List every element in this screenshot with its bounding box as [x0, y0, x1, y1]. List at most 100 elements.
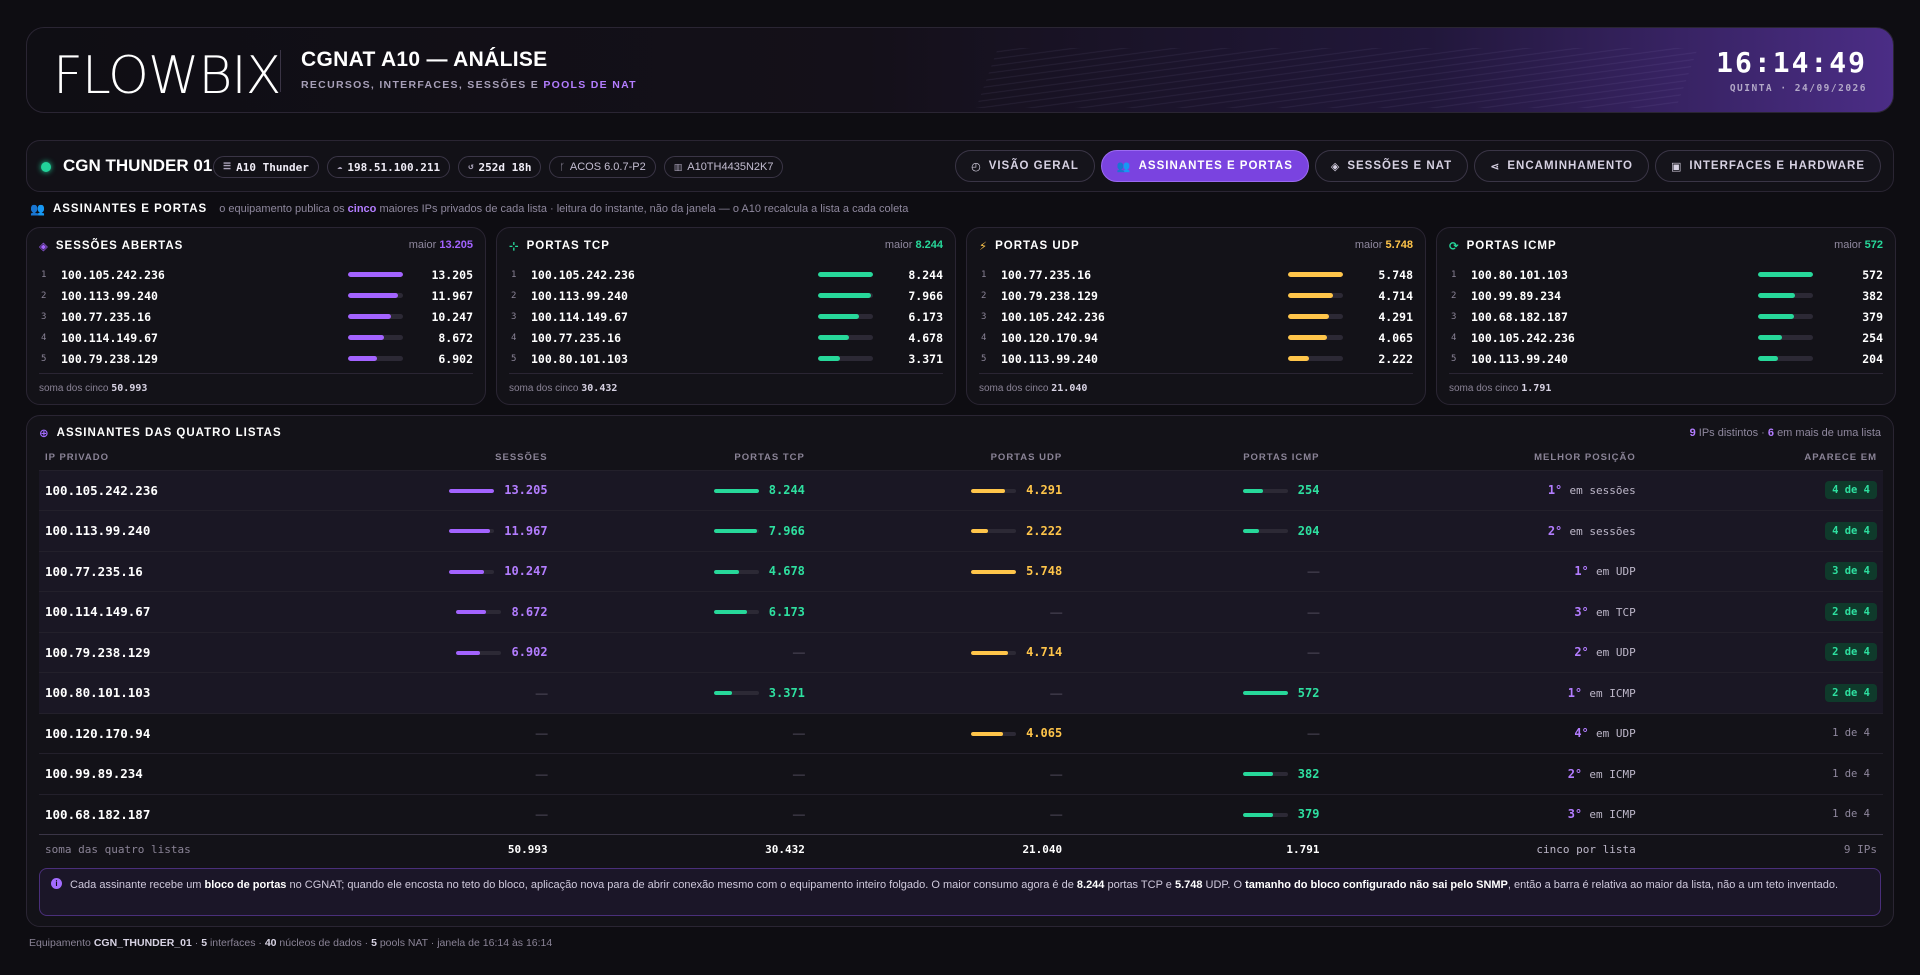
value-bar — [713, 488, 759, 493]
list-item: 2 100.79.238.129 4.714 — [981, 285, 1413, 306]
subscribers-table: IP PRIVADO SESSÕES PORTAS TCP PORTAS UDP… — [39, 446, 1883, 865]
value-bar — [348, 314, 403, 319]
table-row[interactable]: 100.79.238.129 6.902—4.714—2° em UDP 2 de … — [39, 631, 1883, 673]
value: 8.244 — [908, 267, 943, 282]
value-bar-fill — [449, 569, 485, 574]
ip-address: 100.105.242.236 — [61, 267, 165, 282]
cell-udp: 5.748 — [810, 550, 1069, 592]
table-row[interactable]: 100.120.170.94— —4.065—4° em UDP 1 de 4 — [39, 712, 1883, 754]
cell-sess-empty: — — [296, 672, 554, 713]
value: 254 — [1862, 330, 1883, 345]
value-bar — [456, 610, 502, 615]
cell-tcp-empty: — — [553, 753, 811, 794]
tab-visao-geral[interactable]: ◴ VISÃO GERAL — [955, 150, 1095, 182]
value: 2.222 — [1378, 351, 1413, 366]
cell-udp-empty: — — [810, 753, 1069, 794]
cell-icmp: 204 — [1068, 510, 1326, 551]
card-title: ◈ SESSÕES ABERTAS — [39, 240, 184, 253]
table-row[interactable]: 100.80.101.103—3.371—572 1° em ICMP 2 de 4 — [39, 672, 1883, 713]
value-bar — [713, 610, 759, 615]
value-bar — [818, 314, 873, 319]
cell-sess: 8.672 — [296, 591, 554, 632]
table-header-row: IP PRIVADO SESSÕES PORTAS TCP PORTAS UDP… — [39, 446, 1883, 470]
rank: 5 — [1451, 353, 1457, 364]
col-ip: IP PRIVADO — [45, 452, 110, 464]
appears-badge: 4 de 4 — [1825, 481, 1877, 500]
col-udp: PORTAS UDP — [990, 452, 1063, 464]
card-sum: soma dos cinco 30.432 — [509, 373, 943, 394]
top-list-card: ◈ SESSÕES ABERTAS maior 13.205 1 100.105.… — [26, 227, 486, 405]
table-row[interactable]: 100.99.89.234— — —382 2° em ICMP 1 de 4 — [39, 753, 1883, 794]
value-bar-fill — [1242, 772, 1273, 777]
list-item: 3 100.68.182.187 379 — [1451, 306, 1883, 327]
table-row[interactable]: 100.105.242.236 13.205 8.244 4.291 254 1° em … — [39, 469, 1883, 511]
chip-ip: ☁ 198.51.100.211 — [326, 156, 451, 178]
nav-tabs: ◴ VISÃO GERAL 👥 ASSINANTES E PORTAS ◈ SESSÕ… — [955, 150, 1881, 182]
ip-address: 100.80.101.103 — [39, 672, 297, 713]
card-max: maior 5.748 — [1354, 239, 1413, 251]
table-footer-row: soma das quatro listas 50.993 30.432 21.… — [39, 834, 1883, 865]
ip-address: 100.105.242.236 — [531, 267, 635, 282]
clock: 16:14:49 — [1716, 46, 1867, 79]
cell-sess: 6.902 — [296, 631, 554, 673]
appears-in: 1 de 4 — [1641, 753, 1883, 794]
rank: 4 — [511, 332, 517, 343]
rank: 3 — [981, 311, 987, 322]
top-list-card: ⚡ PORTAS UDP maior 5.748 1 100.77.235.16 … — [966, 227, 1426, 405]
layers-icon: ◈ — [1330, 160, 1341, 173]
value-bar — [1288, 293, 1343, 298]
branch-icon: ᚴ — [559, 162, 565, 172]
status-online-icon — [41, 162, 51, 172]
card-rows: 1 100.105.242.236 8.244 2 100.113.99.240… — [511, 264, 943, 369]
table-row[interactable]: 100.114.149.67 8.672 6.173— —3° em TCP 2 de … — [39, 591, 1883, 632]
card-max: maior 572 — [1834, 239, 1883, 251]
col-sessions: SESSÕES — [495, 452, 548, 464]
footer-ip-count: 9 IPs — [1641, 834, 1883, 865]
ip-address: 100.114.149.67 — [39, 591, 297, 632]
cell-icmp: 572 — [1068, 672, 1326, 713]
header-banner: FLOWBIX CGNAT A10 — ANÁLISE RECURSOS, IN… — [26, 27, 1894, 113]
crosshair-icon: ⊕ — [39, 428, 50, 440]
table-row[interactable]: 100.77.235.16 10.247 4.678 5.748—1° em UDP 3… — [39, 550, 1883, 592]
value-bar-fill — [971, 569, 1017, 574]
value: 6.173 — [908, 309, 943, 324]
cell-sess: 10.247 — [296, 550, 554, 592]
list-item: 5 100.113.99.240 204 — [1451, 348, 1883, 369]
value: 11.967 — [431, 288, 473, 303]
value-bar-fill — [971, 650, 1008, 655]
rank: 2 — [41, 290, 47, 301]
value-bar-fill — [971, 529, 989, 534]
value-bar — [1758, 314, 1813, 319]
col-tcp: PORTAS TCP — [734, 452, 805, 464]
cell-icmp: 382 — [1068, 753, 1326, 794]
ip-address: 100.80.101.103 — [1471, 267, 1568, 282]
rank: 2 — [1451, 290, 1457, 301]
rank: 3 — [41, 311, 47, 322]
table-row[interactable]: 100.68.182.187— — —379 3° em ICMP 1 de 4 — [39, 793, 1883, 835]
list-item: 2 100.113.99.240 7.966 — [511, 285, 943, 306]
appears-in: 2 de 4 — [1641, 631, 1883, 673]
appears-badge: 1 de 4 — [1832, 808, 1870, 821]
list-item: 2 100.99.89.234 382 — [1451, 285, 1883, 306]
tab-assinantes-portas[interactable]: 👥 ASSINANTES E PORTAS — [1100, 150, 1309, 182]
best-position: 1° em ICMP — [1325, 672, 1642, 713]
card-rows: 1 100.77.235.16 5.748 2 100.79.238.129 4… — [981, 264, 1413, 369]
ip-address: 100.113.99.240 — [61, 288, 158, 303]
tab-sessoes-nat[interactable]: ◈ SESSÕES E NAT — [1314, 150, 1469, 182]
value: 8.672 — [438, 330, 473, 345]
users-icon: 👥 — [1116, 160, 1132, 173]
tab-interfaces-hardware[interactable]: ▣ INTERFACES E HARDWARE — [1654, 150, 1881, 182]
ip-address: 100.105.242.236 — [39, 469, 297, 511]
cell-udp: 4.065 — [810, 712, 1069, 754]
value-bar-fill — [1288, 293, 1334, 298]
section-title: ASSINANTES E PORTAS — [52, 203, 208, 215]
best-position: 1° em sessões — [1325, 469, 1642, 511]
value-bar — [1758, 272, 1813, 277]
value-bar-fill — [348, 335, 385, 340]
device-chips: ☰ A10 Thunder ☁ 198.51.100.211 ↺ 252d 18h ᚴ… — [213, 156, 784, 178]
ip-address: 100.113.99.240 — [531, 288, 628, 303]
best-position: 3° em TCP — [1325, 591, 1642, 632]
tab-encaminhamento[interactable]: ⋖ ENCAMINHAMENTO — [1474, 150, 1649, 182]
table-row[interactable]: 100.113.99.240 11.967 7.966 2.222 204 2° em s… — [39, 510, 1883, 551]
footer-sum-icmp: 1.791 — [1068, 834, 1326, 865]
